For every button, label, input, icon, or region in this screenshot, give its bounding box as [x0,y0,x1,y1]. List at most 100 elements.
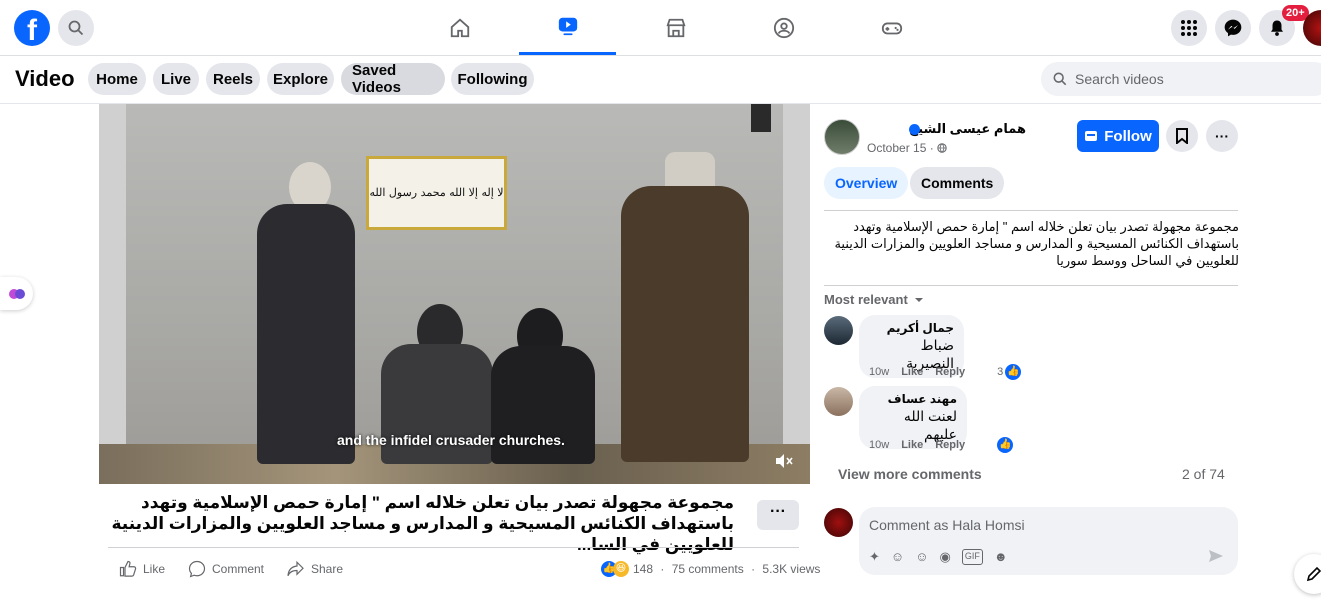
commenter-avatar[interactable] [824,316,853,345]
share-label: Share [311,562,344,576]
menu-button[interactable] [1171,10,1207,46]
top-navigation-bar: f 20+ [0,0,1321,56]
speaker-muted-icon [776,454,793,468]
comment-icon [188,560,206,578]
comment-meta: 10w Like Reply 3 👍 [869,364,1022,380]
like-button[interactable]: Like [119,560,165,578]
comment-input-placeholder[interactable]: Comment as Hala Homsi [869,517,1025,533]
author-name[interactable]: همام عيسى الشيخ [866,121,1026,137]
search-icon [68,20,84,36]
post-more-button[interactable]: ··· [757,500,799,530]
comment-author[interactable]: جمال أكريم [869,321,954,336]
groups-icon [773,17,794,38]
search-videos-input[interactable]: Search videos [1041,62,1321,96]
comment-reactions[interactable]: 👍 [997,437,1014,453]
comment-like-button[interactable]: Like [901,439,923,451]
tab-home[interactable]: Home [88,63,146,95]
save-button[interactable] [1166,120,1198,152]
assistant-floating-button[interactable] [0,277,33,310]
follow-button[interactable]: Follow [1077,120,1159,152]
post-date[interactable]: October 15 · [867,141,947,155]
nav-tab-gaming[interactable] [843,0,940,55]
nav-tab-video[interactable] [519,0,616,55]
follow-icon [1085,131,1098,141]
page-title: Video [15,66,75,91]
nav-tab-home[interactable] [411,0,508,55]
search-button[interactable] [58,10,94,46]
commenter-avatar[interactable] [824,387,853,416]
tab-following[interactable]: Following [451,63,534,95]
views-count: 5.3K views [762,562,821,576]
current-user-avatar[interactable] [824,508,853,537]
globe-icon [937,143,947,153]
compose-icon [1306,566,1321,582]
tab-overview[interactable]: Overview [824,167,909,199]
tab-comments[interactable]: Comments [910,167,1005,199]
nav-tab-groups[interactable] [735,0,832,55]
search-placeholder: Search videos [1075,71,1164,87]
tab-explore[interactable]: Explore [267,63,334,95]
comment-composer[interactable]: Comment as Hala Homsi ✦ ☺ ☺ ◉ GIF ☻ [859,507,1238,575]
post-stats: 👍 😆 148 · 75 comments · 5.3K views [601,561,821,577]
video-section-header: Video Home Live Reels Explore Saved Vide… [0,56,1321,104]
divider [108,547,799,548]
standing-figure-right [621,186,749,462]
video-player[interactable]: لا إله إلا الله محمد رسول الله and the i… [99,104,810,484]
author-more-button[interactable]: ··· [1206,120,1238,152]
haha-reaction-icon: 😆 [613,561,629,577]
like-label: Like [143,562,166,576]
avatar-sticker-icon[interactable]: ✦ [869,549,880,565]
thumbs-up-icon [119,560,137,577]
standing-figure-left [257,204,355,464]
facebook-logo[interactable]: f [14,10,50,46]
wall-object [751,104,771,132]
comment-reply-button[interactable]: Reply [935,366,965,378]
chevron-down-icon [915,298,924,302]
author-avatar[interactable] [824,119,860,155]
video-viewer: لا إله إلا الله محمد رسول الله and the i… [0,104,1321,601]
comment-author[interactable]: مهند عساف [869,392,957,407]
comments-pager: 2 of 74 [1182,466,1225,482]
gaming-icon [881,22,902,34]
comment-time[interactable]: 10w [869,439,889,451]
divider [824,210,1238,211]
comment-meta: 10w Like Reply 👍 [869,437,1014,453]
like-reaction-icon: 👍 [997,437,1014,453]
comment-label: Comment [212,562,265,576]
messenger-button[interactable] [1215,10,1251,46]
tab-saved-videos[interactable]: Saved Videos [341,62,445,96]
comment-like-button[interactable]: Like [901,366,923,378]
nav-tab-marketplace[interactable] [627,0,724,55]
video-subtitle: and the infidel crusader churches. [337,432,565,448]
comments-count[interactable]: 75 comments [672,562,744,576]
send-icon [1209,550,1223,562]
search-icon [1053,72,1067,86]
reactions-count[interactable]: 148 [633,562,653,576]
follow-label: Follow [1104,127,1152,145]
sticker-icon[interactable]: ☻ [994,549,1008,565]
view-more-comments-link[interactable]: View more comments [838,466,982,482]
composer-toolbar: ✦ ☺ ☺ ◉ GIF ☻ [869,549,1008,565]
like-reaction-icon: 👍 [1005,364,1022,380]
comment-reactions[interactable]: 3 👍 [997,364,1022,380]
tab-live[interactable]: Live [153,63,199,95]
share-button[interactable]: Share [286,560,343,578]
marketplace-icon [665,18,686,37]
sort-comments-dropdown[interactable]: Most relevant [824,292,924,307]
post-description: مجموعة مجهولة تصدر بيان تعلن خلاله اسم "… [834,219,1239,268]
avatar-icon[interactable]: ☺ [891,549,904,565]
send-comment-button[interactable] [1208,549,1224,568]
messenger-icon [1224,19,1242,37]
comment-time[interactable]: 10w [869,366,889,378]
gif-icon[interactable]: GIF [961,549,983,565]
verified-badge-icon [909,124,920,135]
emoji-icon[interactable]: ☺ [915,549,928,565]
comment-reply-button[interactable]: Reply [935,439,965,451]
bell-icon [1271,20,1283,36]
comment-button[interactable]: Comment [188,560,264,578]
mute-button[interactable] [775,453,793,472]
camera-icon[interactable]: ◉ [939,549,950,565]
tab-reels[interactable]: Reels [206,63,260,95]
post-title: مجموعة مجهولة تصدر بيان تعلن خلاله اسم "… [111,493,734,554]
divider [824,285,1238,286]
